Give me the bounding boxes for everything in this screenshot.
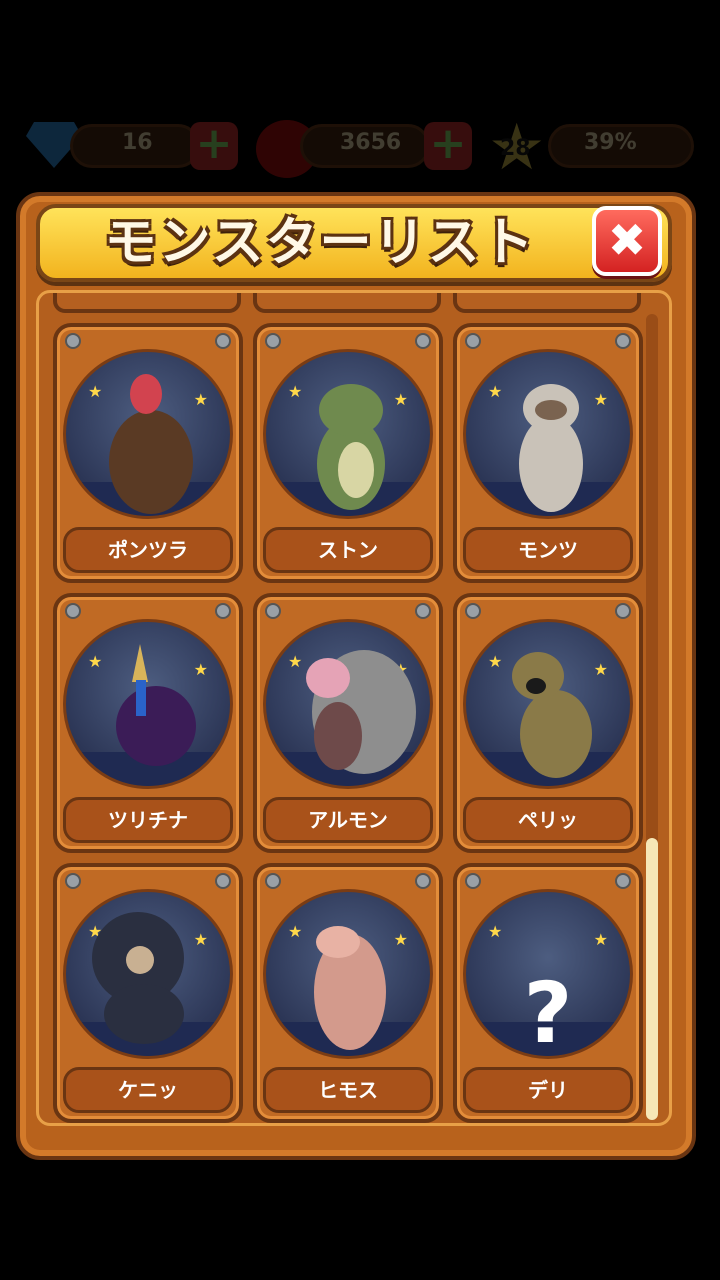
bolt-icon (265, 603, 281, 619)
monster-portrait: ★★ (463, 349, 633, 519)
bolt-icon (215, 333, 231, 349)
monster-portrait: ★★ (463, 619, 633, 789)
bolt-icon (415, 873, 431, 889)
monster-card[interactable]: ★★ アルモン (253, 593, 443, 853)
monster-portrait: ★ ★ ? (463, 889, 633, 1059)
bolt-icon (415, 603, 431, 619)
monster-name: ストン (263, 527, 433, 573)
dialog-title-bar: モンスターリスト (36, 204, 672, 282)
monster-portrait: ★★ (63, 619, 233, 789)
question-mark-icon: ? (523, 964, 573, 1059)
monster-portrait: ★★ (263, 349, 433, 519)
level-number: 28 (500, 136, 531, 161)
bolt-icon (265, 333, 281, 349)
bolt-icon (465, 603, 481, 619)
level-progress: 39% (584, 130, 637, 155)
monster-name: ツリチナ (63, 797, 233, 843)
armadillo-figure (306, 650, 416, 774)
card-stub (53, 293, 241, 313)
bolt-icon (265, 873, 281, 889)
monster-name: モンツ (463, 527, 633, 573)
monster-card[interactable]: ★ ★ モンツ (453, 323, 643, 583)
add-gems-button[interactable]: + (190, 122, 238, 170)
monster-card[interactable]: ★ ★ ツリチナ (53, 593, 243, 853)
monster-portrait: ★★ (63, 889, 233, 1059)
monster-card[interactable]: ★ ★ ポンツラ (53, 323, 243, 583)
monster-name: ケニッ (63, 1067, 233, 1113)
monster-card[interactable]: ★ ★ ヒモス (253, 863, 443, 1123)
hyena-figure (512, 652, 592, 778)
meerkat-figure (519, 384, 583, 512)
add-apples-button[interactable]: + (424, 122, 472, 170)
star-icon: ★ (593, 930, 608, 949)
monster-portrait: ★★ (263, 889, 433, 1059)
bolt-icon (615, 873, 631, 889)
monster-portrait: ★★ (63, 349, 233, 519)
card-stub (253, 293, 441, 313)
close-icon: ✖ (607, 213, 647, 267)
bolt-icon (465, 873, 481, 889)
vulture-figure (109, 374, 193, 514)
bolt-icon (415, 333, 431, 349)
bolt-icon (615, 603, 631, 619)
chameleon-figure (317, 384, 385, 510)
mole-rat-figure (314, 926, 386, 1050)
bolt-icon (465, 333, 481, 349)
monster-card-locked[interactable]: ★ ★ ? デリ (453, 863, 643, 1123)
monster-card[interactable]: ★ ★ ケニッ (53, 863, 243, 1123)
monster-name: ヒモス (263, 1067, 433, 1113)
bolt-icon (615, 333, 631, 349)
close-button[interactable]: ✖ (592, 206, 662, 276)
scrollbar-thumb[interactable] (646, 838, 658, 1120)
cassowary-figure (116, 644, 196, 766)
bolt-icon (215, 603, 231, 619)
monster-card[interactable]: ★ ★ ストン (253, 323, 443, 583)
apples-count: 3656 (340, 130, 402, 155)
card-stub (453, 293, 641, 313)
bolt-icon (65, 333, 81, 349)
bolt-icon (215, 873, 231, 889)
monster-name: デリ (463, 1067, 633, 1113)
top-hud: 16 + 3656 + ★ 28 39% (0, 110, 720, 190)
monster-name: アルモン (263, 797, 433, 843)
star-icon: ★ (488, 922, 503, 941)
monster-portrait: ★★ (263, 619, 433, 789)
monster-grid: ★ ★ ポンツラ ★ ★ ストン ★ ★ モンツ ★ ★ ツリチナ ★ アルモン… (36, 290, 672, 1126)
gems-count: 16 (122, 130, 153, 155)
bolt-icon (65, 873, 81, 889)
monster-name: ペリッ (463, 797, 633, 843)
porcupine-figure (92, 912, 184, 1044)
bolt-icon (65, 603, 81, 619)
monster-name: ポンツラ (63, 527, 233, 573)
monster-card[interactable]: ★ ★ ペリッ (453, 593, 643, 853)
dialog-title: モンスターリスト (104, 213, 536, 273)
